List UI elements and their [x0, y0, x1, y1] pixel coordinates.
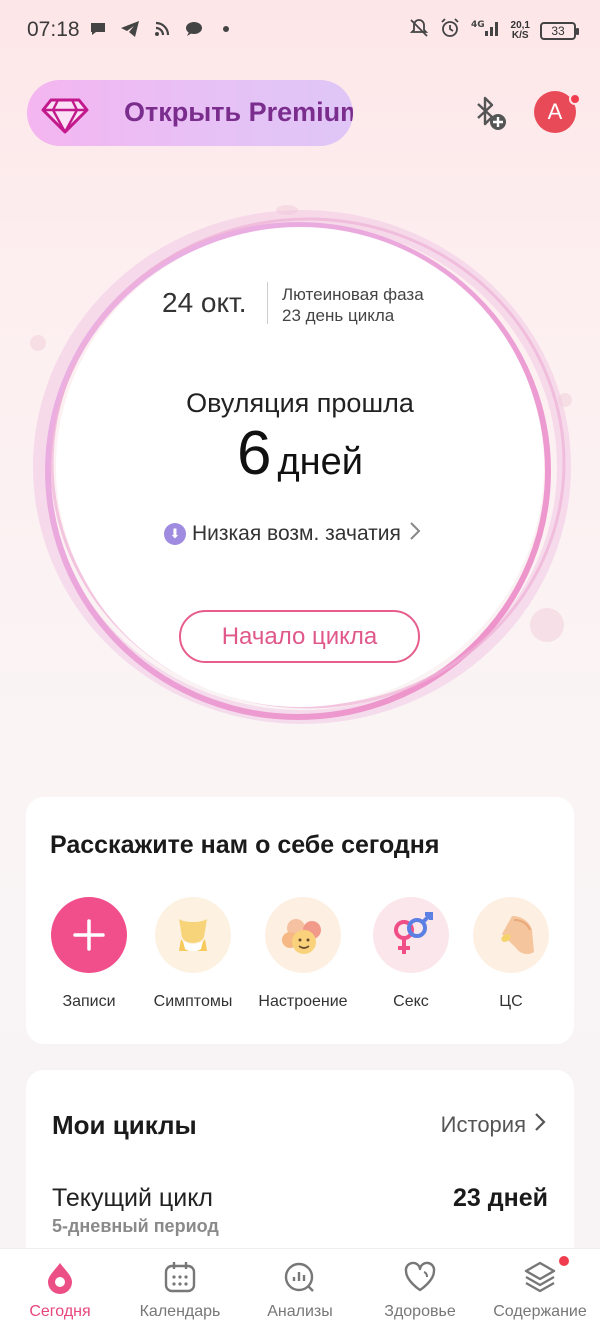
notification-dot — [569, 93, 581, 105]
chat-bubble-icon — [88, 19, 108, 39]
status-system-icons: 4G 20,1 K/S 33 — [409, 17, 579, 44]
signal-icon: 4G — [471, 18, 501, 43]
bottom-nav: Сегодня Календарь Анализы Здоровье Содер… — [0, 1248, 600, 1332]
date-divider — [267, 282, 268, 324]
conception-chance-label: Низкая возм. зачатия — [192, 522, 401, 545]
nav-label: Календарь — [139, 1303, 221, 1320]
premium-button[interactable]: Открыть Premium — [27, 80, 353, 146]
quick-log-mood[interactable]: Настроение — [249, 897, 357, 1011]
nav-label: Сегодня — [29, 1303, 91, 1320]
current-cycle-days: 23 дней — [453, 1184, 548, 1212]
current-period-length: 5-дневный период — [52, 1216, 219, 1236]
network-speed: 20,1 K/S — [510, 19, 530, 41]
dot-icon — [216, 19, 236, 39]
notification-dot — [557, 1254, 571, 1268]
status-time: 07:18 — [27, 18, 80, 41]
history-label: История — [440, 1112, 526, 1137]
nav-today[interactable]: Сегодня — [0, 1259, 120, 1321]
gender-symbols-icon — [373, 897, 449, 973]
quick-log-symptoms[interactable]: Симптомы — [139, 897, 247, 1011]
bluetooth-add-button[interactable] — [468, 92, 510, 134]
quick-log-contraception[interactable]: ЦС — [457, 897, 565, 1011]
current-date: 24 окт. — [162, 287, 247, 318]
alarm-icon — [439, 17, 461, 44]
start-cycle-button[interactable]: Начало цикла — [179, 610, 420, 663]
rss-icon — [152, 19, 172, 39]
quick-log-label: Симптомы — [153, 993, 233, 1010]
plus-icon — [51, 897, 127, 973]
status-notification-icons — [88, 19, 236, 39]
decor-bubble — [276, 205, 298, 215]
quick-log-label: Секс — [393, 993, 429, 1010]
message-icon — [184, 19, 204, 39]
network-speed-value: 20,1 — [510, 19, 530, 31]
drop-icon — [42, 1259, 78, 1295]
nav-health[interactable]: Здоровье — [360, 1259, 480, 1321]
cycle-phase: Лютеиновая фаза — [282, 285, 424, 304]
quick-log-label: ЦС — [499, 993, 523, 1010]
bluetooth-add-icon — [477, 96, 506, 130]
nav-label: Анализы — [267, 1303, 333, 1320]
decor-bubble — [530, 608, 564, 642]
battery-icon: 33 — [540, 21, 579, 40]
status-bar: 07:18 4G 20,1 K/S 33 — [0, 0, 600, 62]
quick-log-notes[interactable]: Записи — [35, 897, 143, 1011]
my-cycles-title: Мои циклы — [52, 1110, 197, 1140]
ovulation-label: Овуляция прошла — [186, 388, 414, 418]
nav-content[interactable]: Содержание — [480, 1259, 600, 1321]
daily-log-title: Расскажите нам о себе сегодня — [50, 831, 440, 859]
notifications-off-icon — [409, 18, 429, 43]
avatar-letter: A — [547, 99, 563, 124]
arrow-down-icon: ⬇ — [164, 523, 186, 545]
start-cycle-label: Начало цикла — [221, 622, 378, 650]
daily-log-card: Расскажите нам о себе сегодня Записи Сим… — [26, 797, 574, 1044]
ovulation-days-number: 6 — [236, 419, 272, 488]
analytics-icon — [282, 1259, 318, 1295]
diamond-icon — [41, 98, 89, 134]
current-cycle-label: Текущий цикл — [52, 1184, 214, 1212]
nav-analytics[interactable]: Анализы — [240, 1259, 360, 1321]
svg-text:4G: 4G — [471, 20, 485, 30]
body-icon — [155, 897, 231, 973]
quick-log-label: Настроение — [258, 993, 348, 1010]
decor-bubble — [30, 335, 46, 351]
network-speed-unit: K/S — [511, 29, 529, 41]
heart-icon — [402, 1259, 438, 1295]
my-cycles-card: Мои циклы История Текущий цикл 5-дневный… — [26, 1070, 574, 1270]
premium-label: Открыть Premium — [124, 97, 353, 127]
ovulation-days: 6 дней — [0, 418, 600, 489]
battery-level: 33 — [551, 23, 565, 38]
chevron-right-icon — [409, 520, 421, 548]
ovulation-days-unit: дней — [277, 441, 363, 483]
pill-hand-icon — [473, 897, 549, 973]
mood-faces-icon — [265, 897, 341, 973]
telegram-icon — [120, 19, 140, 39]
chevron-right-icon — [534, 1112, 546, 1138]
quick-log-sex[interactable]: Секс — [357, 897, 465, 1011]
nav-label: Содержание — [493, 1303, 587, 1320]
layers-icon — [522, 1259, 558, 1295]
quick-log-label: Записи — [62, 993, 116, 1010]
nav-calendar[interactable]: Календарь — [120, 1259, 240, 1321]
nav-label: Здоровье — [384, 1303, 456, 1320]
conception-chance-link[interactable]: ⬇ Низкая возм. зачатия — [164, 520, 421, 548]
cycle-day: 23 день цикла — [282, 306, 395, 325]
cycle-phase-info: Лютеиновая фаза 23 день цикла — [282, 284, 424, 326]
history-link[interactable]: История — [441, 1112, 546, 1138]
calendar-icon — [162, 1259, 198, 1295]
